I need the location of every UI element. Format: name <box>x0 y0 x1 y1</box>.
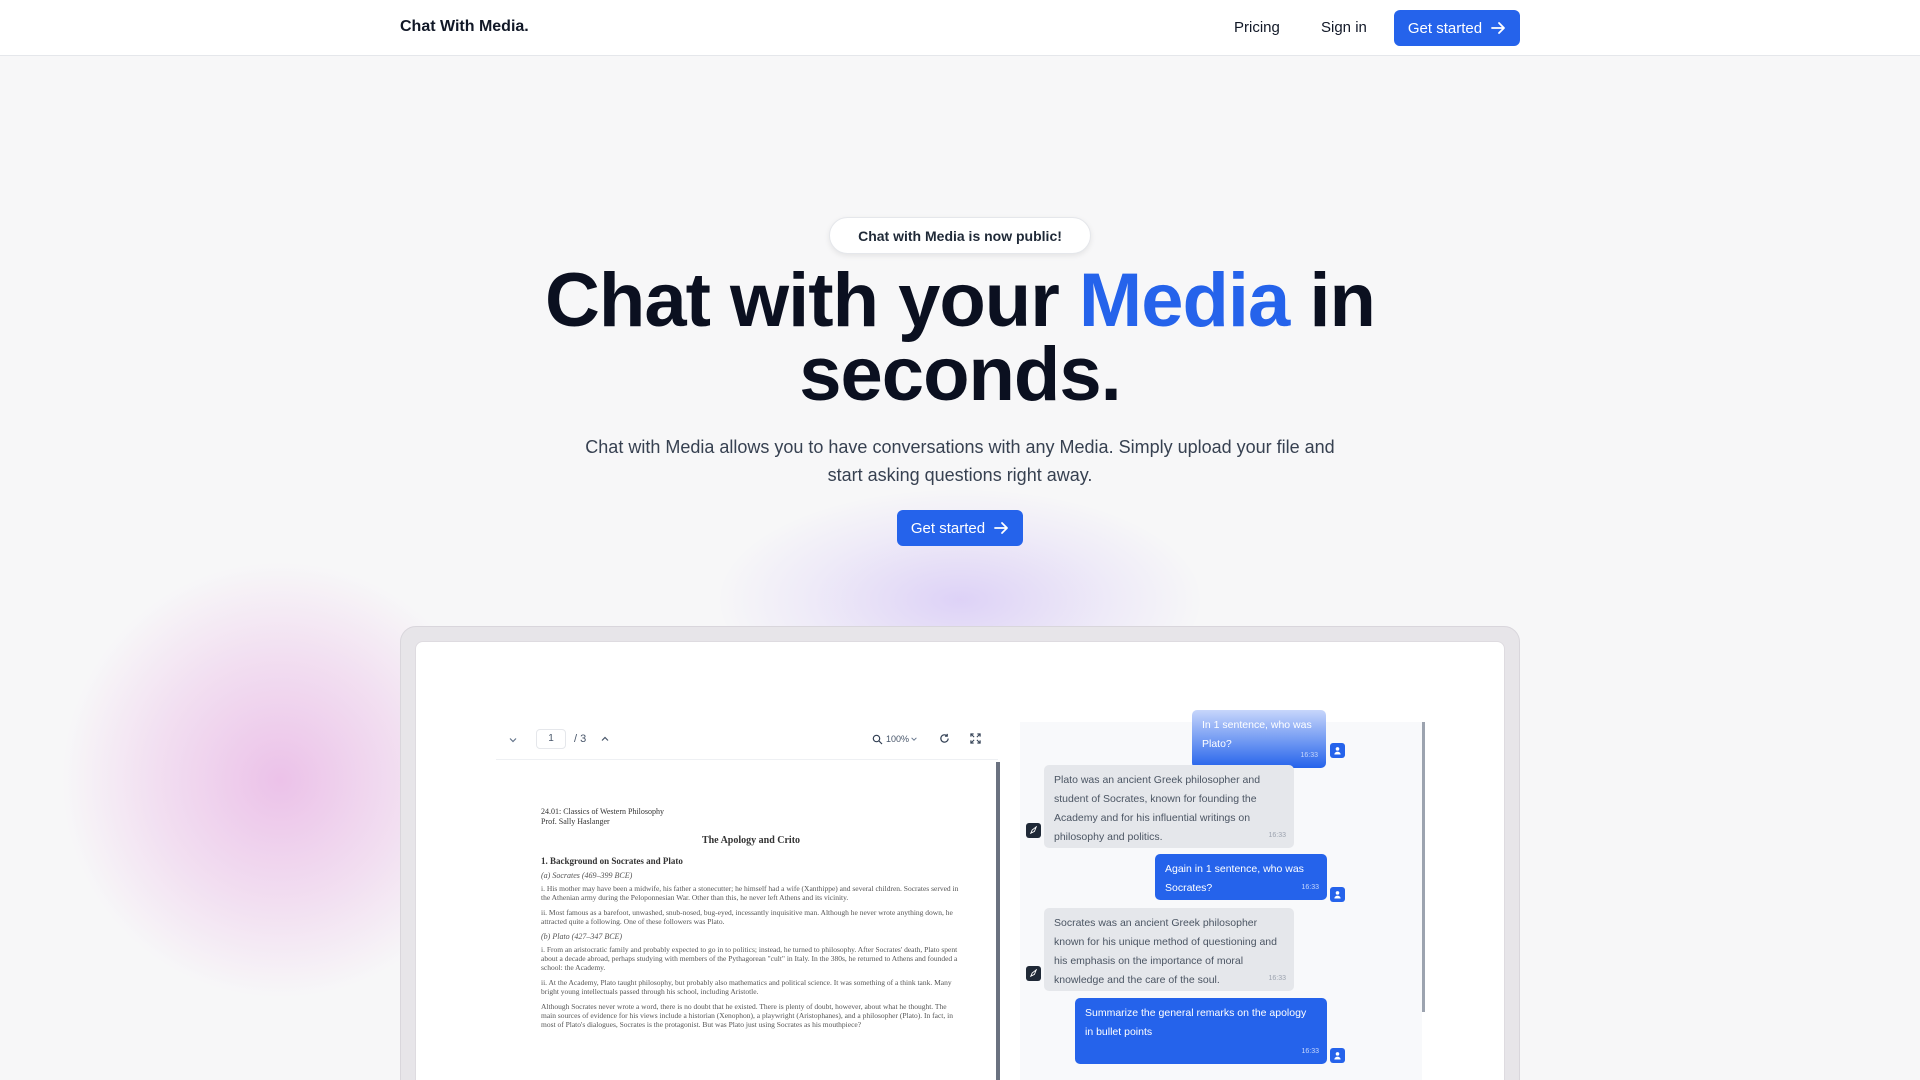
hero-subtext: Chat with Media allows you to have conve… <box>585 437 1335 485</box>
hero-get-started-button[interactable]: Get started <box>897 510 1023 546</box>
bot-avatar-icon <box>1026 966 1041 981</box>
zoom-icon[interactable] <box>872 734 883 745</box>
headline-part-1: Chat with your <box>545 258 1079 343</box>
sign-in-link[interactable]: Sign in <box>1321 19 1367 36</box>
message-text: Summarize the general remarks on the apo… <box>1085 1007 1307 1038</box>
chat-panel: In 1 sentence, who was Plato? 16:33 Plat… <box>1020 710 1422 1080</box>
nav-get-started-button[interactable]: Get started <box>1394 10 1520 46</box>
chat-message-bot: Plato was an ancient Greek philosopher a… <box>1044 765 1294 848</box>
message-time: 16:33 <box>1268 832 1286 839</box>
chat-message-bot: Socrates was an ancient Greek philosophe… <box>1044 908 1294 991</box>
arrow-right-icon <box>994 522 1008 534</box>
message-time: 16:33 <box>1301 884 1319 891</box>
message-text: In 1 sentence, who was Plato? <box>1202 719 1312 750</box>
doc-paragraph: i. His mother may have been a midwife, h… <box>541 884 959 902</box>
zoom-level[interactable]: 100% <box>886 734 909 744</box>
chat-message-user: Summarize the general remarks on the apo… <box>1075 998 1327 1064</box>
doc-subheading-socrates: (a) Socrates (469–399 BCE) <box>541 871 633 880</box>
bot-avatar-icon <box>1026 823 1041 838</box>
user-avatar-icon <box>1330 887 1345 902</box>
hero-get-started-label: Get started <box>910 519 986 537</box>
top-navbar: Chat With Media. Pricing Sign in Get sta… <box>0 0 1920 56</box>
doc-header-line-1: 24.01: Classics of Western Philosophy <box>541 807 664 816</box>
rotate-icon[interactable] <box>939 733 950 744</box>
doc-title: The Apology and Crito <box>701 835 801 846</box>
nav-get-started-label: Get started <box>1407 19 1483 37</box>
doc-header-line-2: Prof. Sally Haslanger <box>541 817 610 826</box>
brand-logo[interactable]: Chat With Media. <box>400 18 529 36</box>
doc-paragraph: Although Socrates never wrote a word, th… <box>541 1002 953 1029</box>
page-total: / 3 <box>574 733 587 745</box>
chevron-down-icon[interactable] <box>508 735 518 745</box>
message-time: 16:33 <box>1301 1048 1319 1055</box>
user-avatar-icon <box>1330 743 1345 758</box>
chevron-up-icon[interactable] <box>600 734 610 744</box>
announcement-badge[interactable]: Chat with Media is now public! <box>829 217 1091 254</box>
arrow-right-icon <box>1491 22 1505 34</box>
headline-accent: Media <box>1078 258 1290 343</box>
page-number-input[interactable]: 1 <box>536 729 566 749</box>
chat-message-user: Again in 1 sentence, who was Socrates? 1… <box>1155 854 1327 900</box>
message-text: Again in 1 sentence, who was Socrates? <box>1165 863 1304 894</box>
pdf-page: 24.01: Classics of Western Philosophy Pr… <box>541 807 961 1035</box>
hero-headline: Chat with your Media in seconds. <box>460 263 1460 413</box>
pdf-toolbar: 1 / 3 100% <box>496 722 998 760</box>
doc-paragraph: ii. At the Academy, Plato taught philoso… <box>541 978 952 996</box>
zoom-dropdown-icon[interactable] <box>910 735 918 743</box>
chat-scrollbar[interactable] <box>1422 722 1425 1012</box>
doc-subheading-plato: (b) Plato (427–347 BCE) <box>541 932 623 941</box>
chat-message-user: In 1 sentence, who was Plato? 16:33 <box>1192 710 1326 768</box>
pricing-link[interactable]: Pricing <box>1234 19 1280 36</box>
product-preview-screen: 1 / 3 100% 24.01: Classics of Western Ph… <box>415 641 1505 1080</box>
message-text: Socrates was an ancient Greek philosophe… <box>1054 917 1277 986</box>
message-time: 16:33 <box>1268 975 1286 982</box>
fullscreen-icon[interactable] <box>970 733 981 744</box>
message-time: 16:33 <box>1300 752 1318 759</box>
user-avatar-icon <box>1330 1048 1345 1063</box>
doc-paragraph: i. From an aristocratic family and proba… <box>541 945 958 972</box>
doc-paragraph: ii. Most famous as a barefoot, unwashed,… <box>541 908 953 926</box>
pdf-scrollbar[interactable] <box>996 762 1000 1080</box>
message-text: Plato was an ancient Greek philosopher a… <box>1054 774 1261 843</box>
doc-section-heading: 1. Background on Socrates and Plato <box>541 856 683 866</box>
